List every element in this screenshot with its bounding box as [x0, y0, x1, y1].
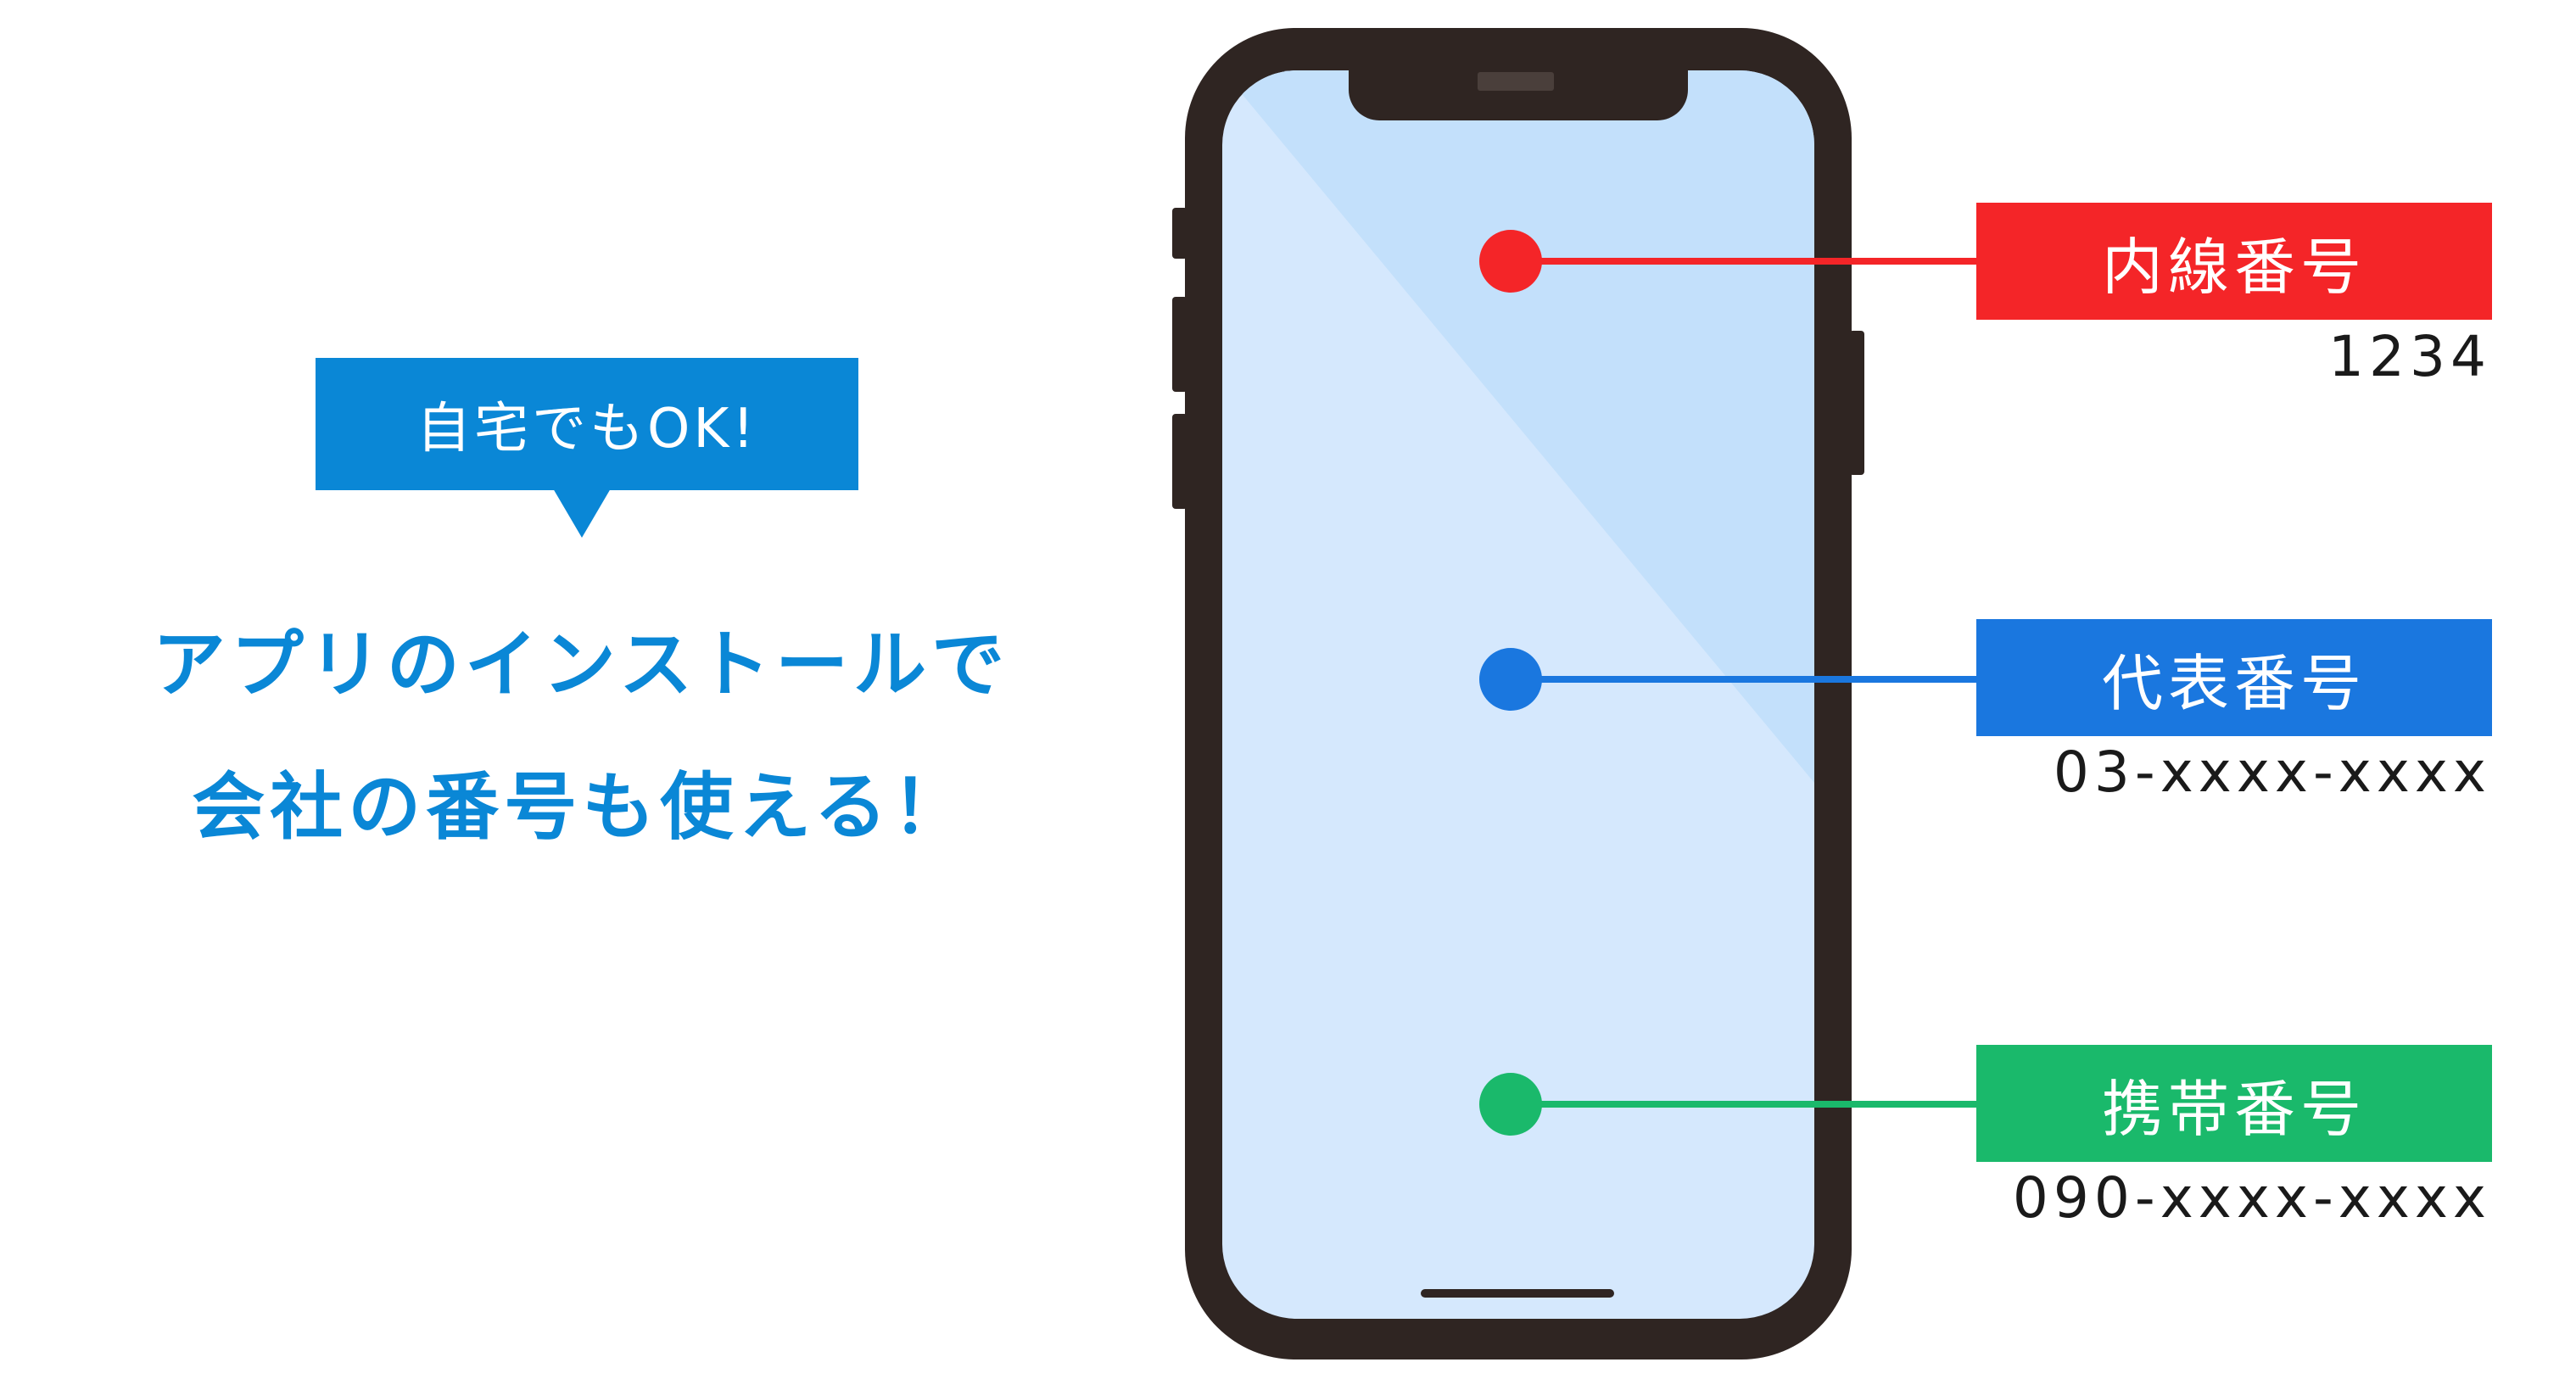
speech-bubble-text: 自宅でもOK! — [416, 398, 757, 461]
label-extension-text: 内線番号 — [2101, 231, 2366, 303]
speech-bubble-tail — [553, 489, 611, 538]
connector-line-mobile — [1510, 1101, 1978, 1108]
dot-extension — [1479, 230, 1542, 293]
headline-line-1: アプリのインストールで — [152, 623, 1010, 707]
speech-bubble: 自宅でもOK! — [316, 358, 858, 490]
value-extension: 1234 — [2328, 324, 2491, 389]
headline-line-2: 会社の番号も使える！ — [192, 765, 970, 850]
dot-main — [1479, 648, 1542, 711]
label-mobile-text: 携帯番号 — [2101, 1073, 2366, 1145]
phone-home-indicator — [1421, 1289, 1614, 1298]
value-main: 03-xxxx-xxxx — [2053, 740, 2491, 805]
phone-speaker — [1478, 72, 1554, 91]
label-mobile: 携帯番号 — [1976, 1045, 2492, 1162]
headline: アプリのインストールで 会社の番号も使える！ — [85, 594, 1077, 879]
label-main-text: 代表番号 — [2101, 647, 2366, 719]
value-mobile: 090-xxxx-xxxx — [2012, 1165, 2491, 1231]
connector-line-extension — [1510, 258, 1978, 265]
label-extension: 内線番号 — [1976, 203, 2492, 320]
connector-line-main — [1510, 676, 1978, 683]
dot-mobile — [1479, 1073, 1542, 1136]
label-main: 代表番号 — [1976, 619, 2492, 736]
